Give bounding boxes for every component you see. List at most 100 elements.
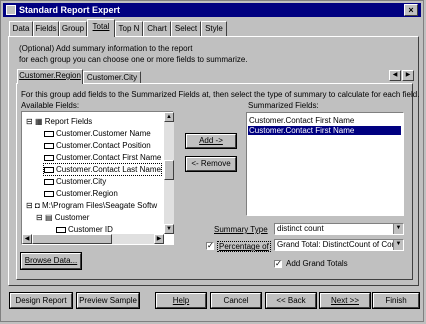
field-icon (56, 226, 66, 233)
dropdown-arrow-icon[interactable]: ▼ (393, 224, 403, 234)
summary-type-value: distinct count (277, 224, 324, 233)
available-fields-tree[interactable]: ⊟ ▦ Report Fields Customer.Customer Name… (21, 111, 174, 245)
tab-total[interactable]: Total (87, 19, 115, 37)
tab-total-label: Total (92, 22, 110, 31)
collapse-icon[interactable]: ⊟ (36, 213, 43, 222)
subtab-scroll-left-icon[interactable]: ◀ (389, 70, 401, 81)
tab-chart[interactable]: Chart (143, 21, 171, 36)
remove-button[interactable]: <- Remove (185, 156, 237, 172)
next-label: Next >> (330, 296, 359, 305)
tab-select[interactable]: Select (171, 21, 201, 36)
help-label: Help (172, 296, 190, 305)
design-report-label: Design Report (15, 296, 67, 305)
tree-item-field[interactable]: Customer.Contact Position (44, 140, 151, 151)
field-icon (44, 142, 54, 149)
back-button[interactable]: << Back (265, 292, 317, 309)
table-icon: ▤ (44, 213, 53, 222)
summary-type-select[interactable]: distinct count ▼ (274, 223, 404, 235)
design-report-button[interactable]: Design Report (9, 292, 73, 309)
summarized-fields-label: Summarized Fields: (248, 101, 319, 110)
field-icon (44, 178, 54, 185)
percentage-value: Grand Total: DistinctCount of Cor (277, 240, 395, 249)
field-icon (44, 190, 54, 197)
grand-totals-label: Add Grand Totals (286, 259, 348, 268)
collapse-icon[interactable]: ⊟ (26, 201, 33, 210)
finish-button[interactable]: Finish (372, 292, 420, 309)
field-icon (44, 166, 54, 173)
summary-type-label: Summary Type (214, 225, 268, 234)
subtab-customer-region[interactable]: Customer.Region (17, 69, 83, 84)
tree-field-label: Customer.Region (56, 189, 118, 198)
tree-item-field[interactable]: Customer.Customer Name (44, 128, 151, 139)
app-icon (6, 5, 16, 15)
remove-button-label: <- Remove (191, 159, 231, 168)
tree-field-label: Customer.Customer Name (56, 129, 151, 138)
scroll-down-icon[interactable]: ▼ (164, 224, 174, 234)
tab-style[interactable]: Style (201, 21, 227, 36)
tab-top-n[interactable]: Top N (115, 21, 143, 36)
tree-item-field[interactable]: Customer.Contact First Name (44, 152, 161, 163)
browse-data-label: Browse Data... (24, 256, 78, 265)
title-bar[interactable]: Standard Report Expert × (3, 3, 421, 17)
preview-sample-button[interactable]: Preview Sample (76, 292, 140, 309)
percentage-checkbox[interactable]: ✓ (206, 242, 214, 250)
tree-field-label: Customer.Contact First Name (56, 153, 162, 162)
help-button[interactable]: Help (155, 292, 207, 309)
available-fields-label: Available Fields: (21, 101, 80, 110)
add-button-label: Add -> (199, 136, 223, 145)
summarized-fields-list[interactable]: Customer.Contact First Name Customer.Con… (246, 112, 404, 216)
tree-label-table: Customer (54, 213, 90, 222)
database-icon: ◘ (34, 201, 40, 210)
next-button[interactable]: Next >> (319, 292, 371, 309)
scroll-thumb[interactable] (164, 160, 174, 180)
cancel-label: Cancel (223, 296, 249, 305)
tree-field-label: Customer.Contact Position (56, 141, 151, 150)
list-item[interactable]: Customer.Contact First Name (249, 116, 354, 125)
add-button[interactable]: Add -> (185, 133, 237, 149)
tab-fields[interactable]: Fields (33, 21, 59, 36)
tree-label-report-fields: Report Fields (44, 117, 93, 126)
tree-item-field[interactable]: Customer.Contact Last Name (43, 163, 162, 176)
intro-line-1: (Optional) Add summary information to th… (19, 44, 193, 53)
scroll-up-icon[interactable]: ▲ (164, 112, 174, 122)
back-label: << Back (276, 296, 306, 305)
tree-node-report-fields[interactable]: ⊟ ▦ Report Fields (26, 116, 92, 127)
tree-item-field[interactable]: Customer.City (44, 176, 106, 187)
percentage-label: Percentage of (217, 241, 271, 252)
grand-totals-checkbox[interactable]: ✓ (274, 260, 282, 268)
finish-label: Finish (385, 296, 407, 305)
cancel-button[interactable]: Cancel (210, 292, 262, 309)
percentage-select[interactable]: Grand Total: DistinctCount of Cor ▼ (274, 239, 404, 251)
tree-field-label: Customer ID (68, 225, 113, 234)
tree-label-database: M:\Program Files\Seagate Softw (42, 201, 158, 210)
scroll-left-icon[interactable]: ◀ (22, 234, 32, 244)
tree-field-label: Customer.Contact Last Name (56, 165, 161, 174)
percentage-label-text: Percentage of (219, 242, 269, 251)
close-icon[interactable]: × (404, 4, 418, 16)
tree-horizontal-scrollbar[interactable]: ◀ ▶ (22, 234, 164, 244)
window-title: Standard Report Expert (19, 5, 121, 15)
tree-field-label: Customer.City (56, 177, 107, 186)
tree-node-table[interactable]: ⊟ ▤ Customer (36, 212, 89, 223)
field-icon (44, 154, 54, 161)
field-icon (44, 130, 54, 137)
tab-group[interactable]: Group (59, 21, 87, 36)
tree-node-database[interactable]: ⊟ ◘ M:\Program Files\Seagate Softw (26, 200, 157, 211)
subtab-scroll-right-icon[interactable]: ▶ (402, 70, 414, 81)
preview-sample-label: Preview Sample (79, 296, 137, 305)
intro-line-2: for each group you can choose one or mor… (19, 55, 248, 64)
collapse-icon[interactable]: ⊟ (26, 117, 33, 126)
subtab-customer-region-label: Customer.Region (19, 71, 81, 80)
dropdown-arrow-icon[interactable]: ▼ (393, 240, 403, 250)
scroll-thumb[interactable] (32, 234, 112, 244)
instruction-text: For this group add fields to the Summari… (21, 90, 420, 99)
dialog-window: Standard Report Expert × Data Fields Gro… (0, 0, 424, 322)
browse-data-button[interactable]: Browse Data... (20, 252, 82, 270)
tree-vertical-scrollbar[interactable]: ▲ ▼ (164, 112, 174, 234)
tree-item-field[interactable]: Customer.Region (44, 188, 118, 199)
report-fields-icon: ▦ (34, 117, 43, 126)
tab-data[interactable]: Data (9, 21, 33, 36)
summary-type-label-text: Summary Type (214, 225, 268, 234)
list-item-selected[interactable]: Customer.Contact First Name (248, 126, 401, 135)
scroll-right-icon[interactable]: ▶ (154, 234, 164, 244)
